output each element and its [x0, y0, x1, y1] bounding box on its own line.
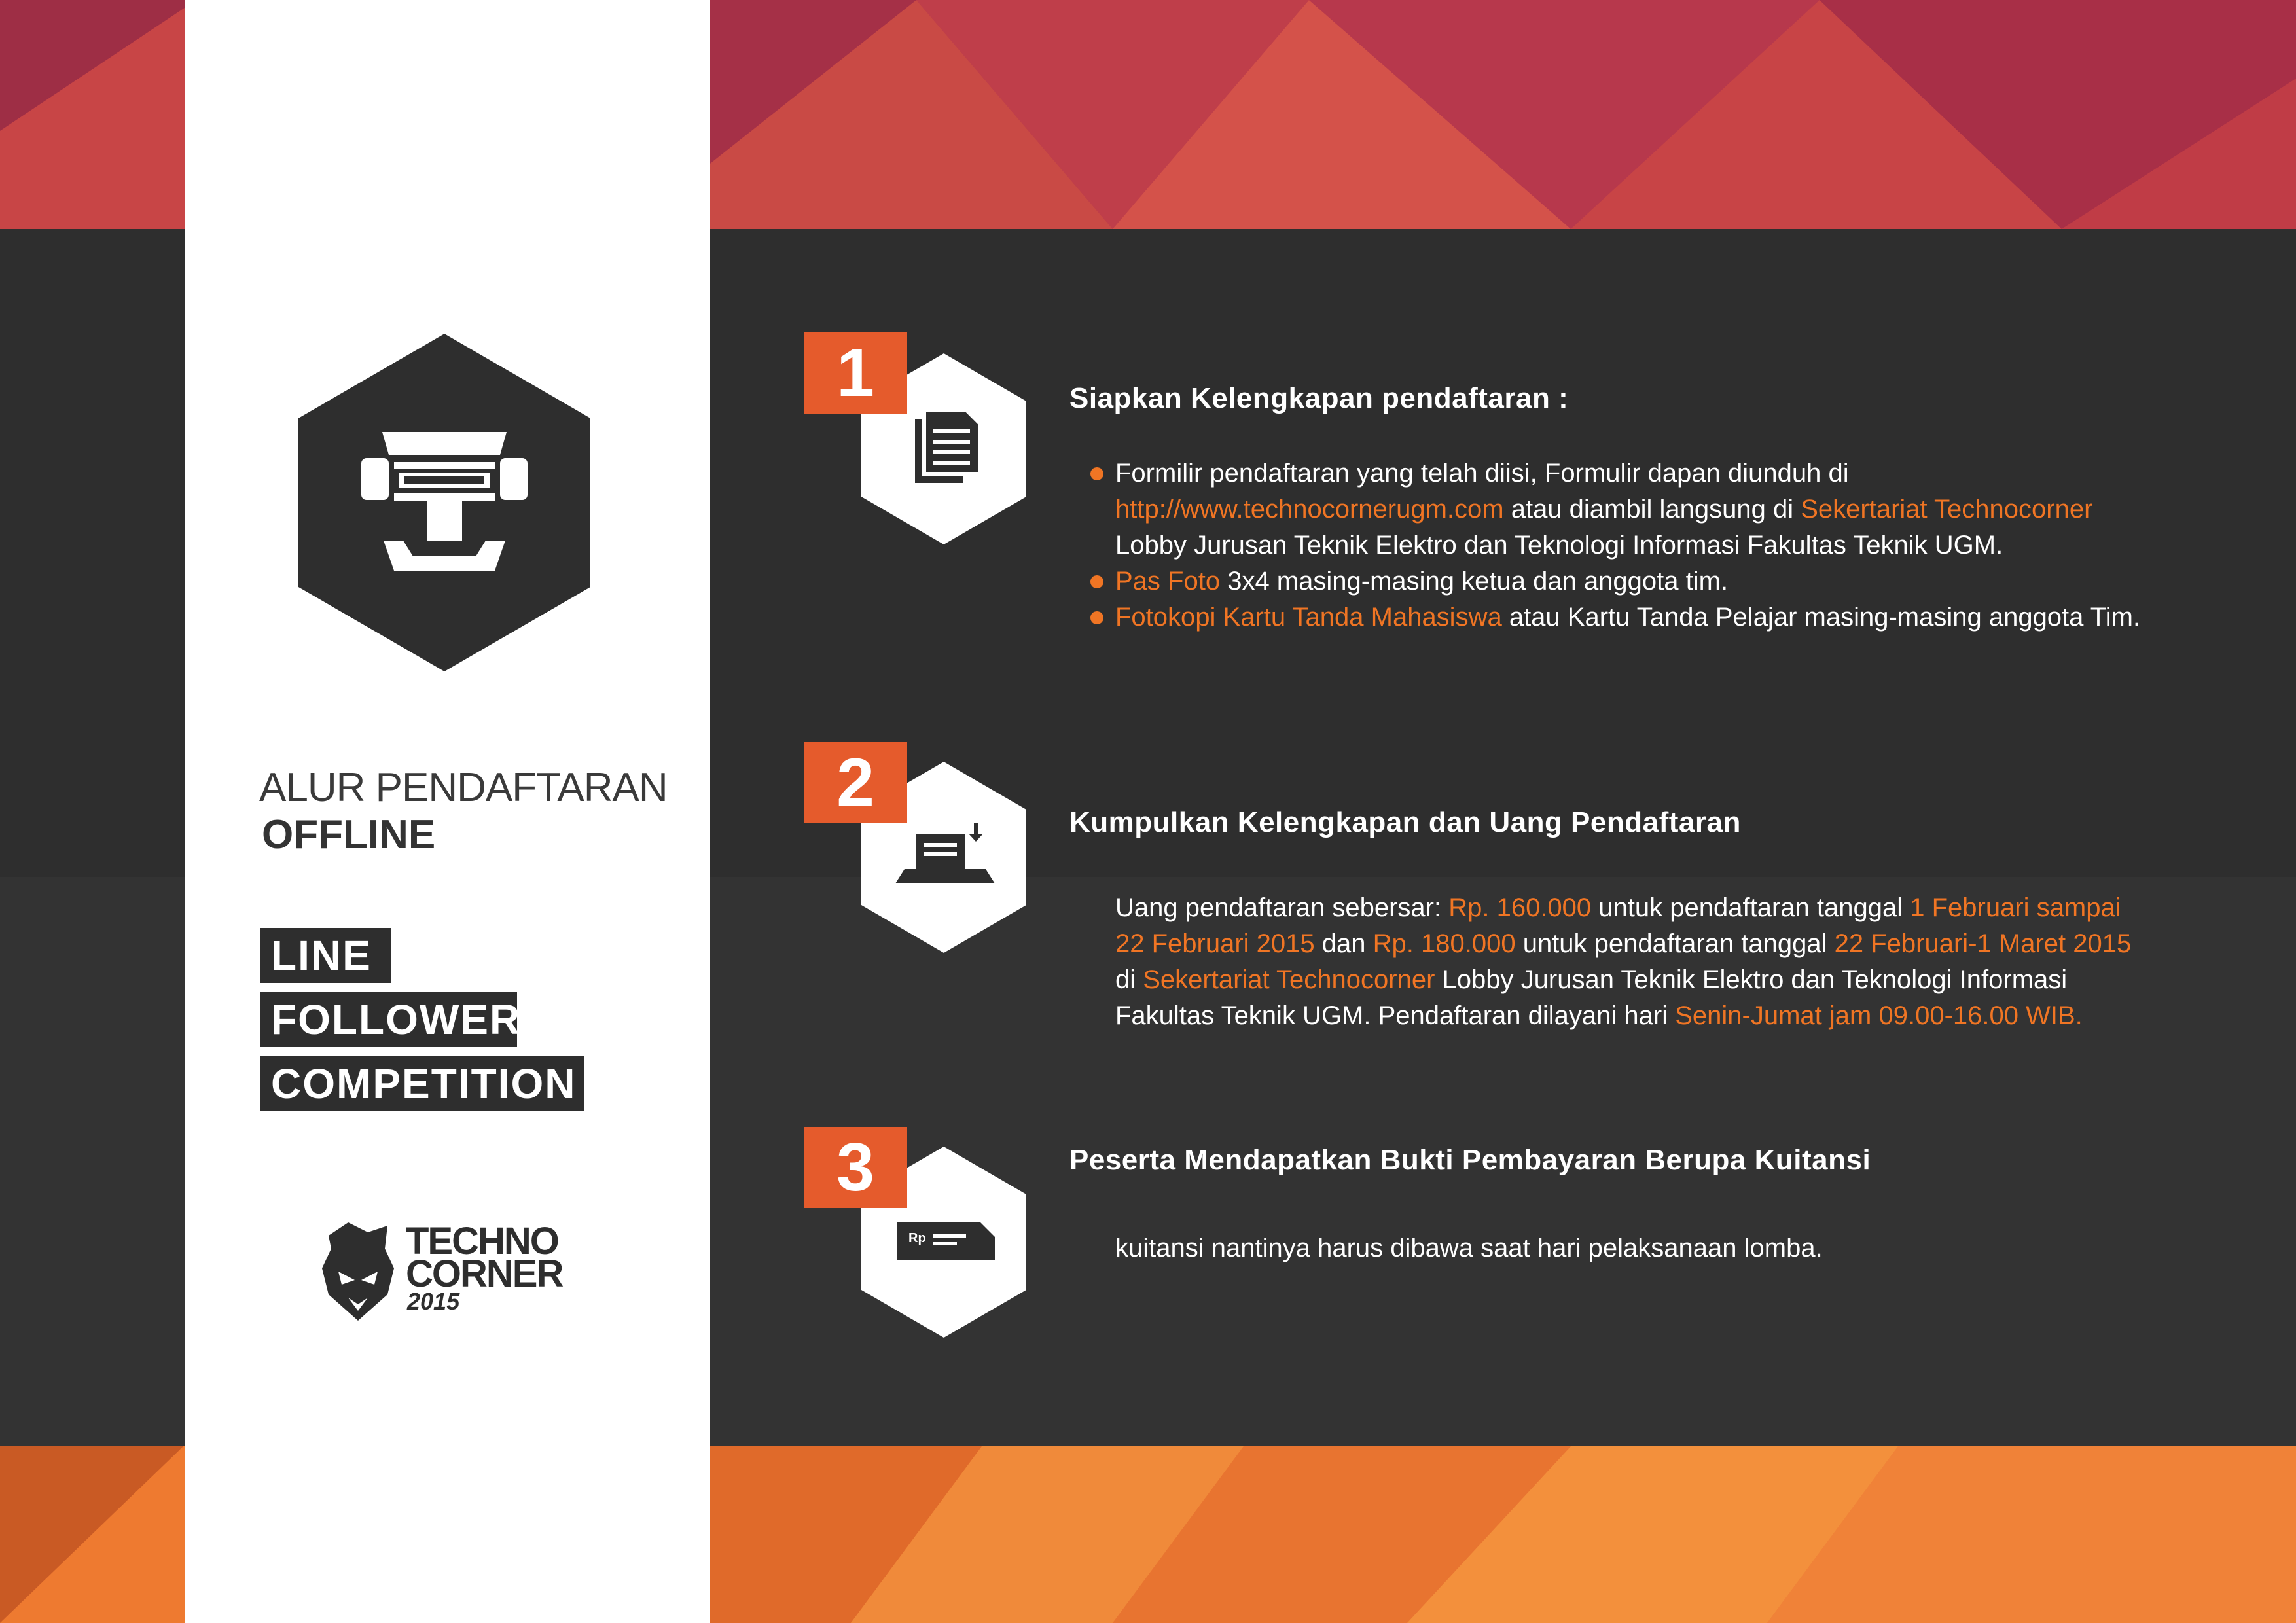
step-3-number: 3: [804, 1127, 907, 1208]
bullet-1: Formilir pendaftaran yang telah diisi, F…: [1086, 455, 2140, 563]
tag-line: LINE: [260, 928, 391, 983]
brand-wordmark: TECHNO CORNER: [406, 1222, 564, 1295]
brand-line-2: CORNER: [406, 1253, 564, 1295]
step-1-number: 1: [804, 332, 907, 414]
title-line-1: ALUR PENDAFTARAN: [259, 765, 668, 810]
receipt-icon: Rp: [897, 1222, 995, 1260]
step-2-body: Uang pendaftaran sebersar: Rp. 160.000 u…: [1115, 893, 2132, 1030]
robot-hexagon-icon: [298, 334, 590, 671]
step-3-body: kuitansi nantinya harus dibawa saat hari…: [1115, 1234, 1823, 1262]
title-line-2: OFFLINE: [262, 812, 436, 857]
step-1-bullets: Formilir pendaftaran yang telah diisi, F…: [1086, 455, 2140, 635]
step-2-number: 2: [804, 742, 907, 823]
step-3-title: Peserta Mendapatkan Bukti Pembayaran Ber…: [1069, 1144, 1871, 1176]
bullet-2: Pas Foto 3x4 masing-masing ketua dan ang…: [1086, 563, 2140, 599]
step-1-title: Siapkan Kelengkapan pendaftaran :: [1069, 382, 1569, 414]
tag-follower: FOLLOWER: [260, 992, 520, 1047]
step-2-title: Kumpulkan Kelengkapan dan Uang Pendaftar…: [1069, 806, 1741, 838]
website-link[interactable]: http://www.technocornerugm.com: [1115, 495, 1504, 524]
document-copy-icon: [915, 408, 982, 483]
brand-year: 2015: [407, 1288, 460, 1315]
tag-competition: COMPETITION: [260, 1056, 584, 1111]
receipt-rp-label: Rp: [908, 1231, 926, 1245]
bullet-3: Fotokopi Kartu Tanda Mahasiswa atau Kart…: [1086, 599, 2140, 635]
